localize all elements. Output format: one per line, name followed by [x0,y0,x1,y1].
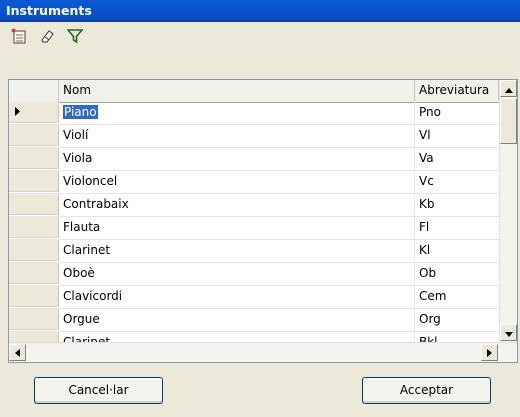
row-indicator[interactable] [9,309,59,330]
arrow-up-icon [504,82,513,96]
arrow-left-icon [15,346,20,360]
cell-nom[interactable]: Orgue [59,309,415,330]
table-row[interactable]: Orgue Org [9,309,499,332]
cell-nom[interactable]: Violoncel [59,171,415,192]
row-indicator[interactable] [9,286,59,307]
vertical-scroll-thumb[interactable] [500,98,517,144]
filter-icon [66,28,84,47]
row-indicator-header [9,80,59,101]
column-header-abreviatura[interactable]: Abreviatura [415,80,499,101]
horizontal-scrollbar[interactable] [9,342,517,362]
table-row[interactable]: Oboè Ob [9,263,499,286]
cell-nom[interactable]: Violí [59,125,415,146]
new-record-icon [11,27,27,47]
cell-abreviatura[interactable]: Va [415,148,499,169]
scroll-up-button[interactable] [500,80,517,97]
row-indicator[interactable] [9,194,59,215]
accept-button[interactable]: Acceptar [362,377,491,404]
selected-cell-text: Piano [63,105,98,119]
cell-abreviatura[interactable]: Org [415,309,499,330]
instruments-grid: Nom Abreviatura Piano Pno Violí Vl Viola… [8,79,518,363]
cell-abreviatura[interactable]: Kl [415,240,499,261]
cancel-button[interactable]: Cancel·lar [34,377,163,404]
row-indicator[interactable] [9,102,59,123]
column-header-nom[interactable]: Nom [59,80,415,101]
cell-nom[interactable]: Viola [59,148,415,169]
table-row[interactable]: Clarinet Kl [9,240,499,263]
new-record-button[interactable] [8,26,30,48]
row-indicator[interactable] [9,148,59,169]
scroll-left-button[interactable] [9,344,26,361]
cell-nom[interactable]: Contrabaix [59,194,415,215]
row-indicator[interactable] [9,240,59,261]
vertical-scrollbar[interactable] [499,80,517,342]
row-indicator[interactable] [9,332,59,342]
cell-nom[interactable]: Clarinet [59,332,415,342]
window-title-bar: Instruments [0,0,520,22]
eraser-icon [39,28,55,47]
cell-abreviatura[interactable]: Ob [415,263,499,284]
scroll-down-button[interactable] [500,324,517,341]
cell-nom[interactable]: Clavicordi [59,286,415,307]
scroll-right-button[interactable] [481,344,498,361]
cell-abreviatura[interactable]: Vc [415,171,499,192]
table-row[interactable]: Contrabaix Kb [9,194,499,217]
cell-abreviatura[interactable]: Cem [415,286,499,307]
grid-header: Nom Abreviatura [9,80,499,103]
table-row[interactable]: Piano Pno [9,102,499,125]
arrow-down-icon [504,326,513,340]
table-row[interactable]: Clavicordi Cem [9,286,499,309]
filter-button[interactable] [64,26,86,48]
cell-nom[interactable]: Flauta [59,217,415,238]
arrow-right-icon [487,346,492,360]
table-row[interactable]: Clarinet Bkl [9,332,499,342]
cell-abreviatura[interactable]: Vl [415,125,499,146]
row-indicator[interactable] [9,125,59,146]
row-indicator[interactable] [9,171,59,192]
toolbar [8,24,86,50]
grid-rows: Piano Pno Violí Vl Viola Va Violoncel Vc… [9,102,499,342]
cell-abreviatura[interactable]: Fl [415,217,499,238]
table-row[interactable]: Viola Va [9,148,499,171]
table-row[interactable]: Violí Vl [9,125,499,148]
row-indicator[interactable] [9,263,59,284]
cell-nom[interactable]: Piano [59,102,415,123]
row-indicator[interactable] [9,217,59,238]
cell-abreviatura[interactable]: Bkl [415,332,499,342]
window-title: Instruments [6,3,92,18]
cell-nom[interactable]: Oboè [59,263,415,284]
table-row[interactable]: Flauta Fl [9,217,499,240]
cell-nom[interactable]: Clarinet [59,240,415,261]
current-row-arrow-icon [15,105,21,119]
table-row[interactable]: Violoncel Vc [9,171,499,194]
cell-abreviatura[interactable]: Kb [415,194,499,215]
erase-button[interactable] [36,26,58,48]
cell-abreviatura[interactable]: Pno [415,102,499,123]
